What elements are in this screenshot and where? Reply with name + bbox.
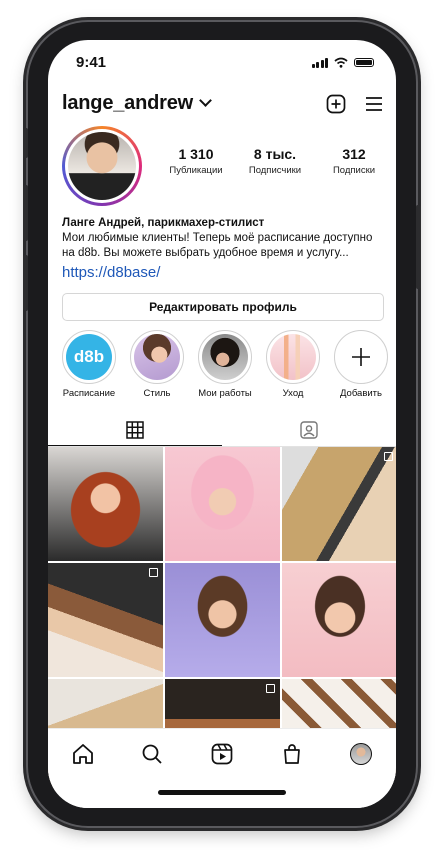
stat-posts-label: Публикации: [169, 165, 223, 176]
profile-stats: 1 310 Публикации 8 тыс. Подписчики 312 П…: [160, 146, 390, 176]
stat-followers-value: 8 тыс.: [253, 146, 297, 162]
add-post-icon[interactable]: [326, 94, 346, 114]
stat-following-label: Подписки: [332, 165, 376, 176]
highlight-schedule[interactable]: d8b Расписание: [60, 330, 118, 399]
carousel-indicator-icon: [266, 684, 275, 693]
bottom-navigation: [48, 728, 396, 808]
shop-icon[interactable]: [281, 743, 303, 765]
post-thumbnail[interactable]: [165, 447, 280, 561]
stat-following[interactable]: 312 Подписки: [318, 146, 390, 176]
mute-switch: [23, 128, 28, 158]
stat-followers[interactable]: 8 тыс. Подписчики: [239, 146, 311, 176]
carousel-indicator-icon: [149, 568, 158, 577]
profile-avatar[interactable]: [62, 126, 142, 206]
post-thumbnail[interactable]: [48, 447, 163, 561]
highlight-label: Добавить: [340, 388, 382, 399]
grid-icon: [126, 420, 144, 439]
status-bar: 9:41: [48, 40, 396, 80]
edit-profile-button[interactable]: Редактировать профиль: [62, 293, 384, 321]
status-time: 9:41: [76, 54, 107, 71]
highlight-label: Стиль: [143, 388, 171, 399]
highlight-image: [270, 334, 316, 380]
post-thumbnail[interactable]: [282, 563, 396, 677]
highlight-label: Мои работы: [198, 388, 252, 399]
profile-avatar-icon[interactable]: [350, 743, 373, 765]
tagged-icon: [300, 421, 318, 439]
reels-icon[interactable]: [211, 743, 233, 765]
post-thumbnail[interactable]: [48, 563, 163, 677]
status-icons: [311, 57, 374, 68]
profile-header: lange_andrew: [62, 92, 384, 122]
power-button: [416, 205, 421, 289]
bio-text: Мои любимые клиенты! Теперь моё расписан…: [62, 232, 373, 259]
app-screen: 9:41 lange_andrew 1 310 Публикации 8 тыс…: [48, 40, 396, 808]
wifi-icon: [334, 57, 348, 68]
highlight-add[interactable]: Добавить: [332, 330, 390, 399]
menu-icon[interactable]: [364, 94, 384, 114]
highlight-image: [202, 334, 248, 380]
battery-icon: [354, 58, 374, 67]
post-thumbnail[interactable]: [282, 447, 396, 561]
home-indicator[interactable]: [158, 790, 286, 795]
highlight-label: Уход: [282, 388, 304, 399]
profile-bio: Ланге Андрей, парикмахер-стилист Мои люб…: [62, 216, 387, 280]
stat-posts-value: 1 310: [178, 146, 214, 162]
d8b-logo: d8b: [73, 347, 105, 366]
chevron-down-icon[interactable]: [199, 94, 212, 107]
story-highlights: d8b Расписание Стиль Мои работы Уход Доб…: [60, 330, 390, 399]
highlight-image: [134, 334, 180, 380]
search-icon[interactable]: [141, 743, 163, 765]
stat-followers-label: Подписчики: [248, 165, 302, 176]
stat-following-value: 312: [342, 146, 366, 162]
highlight-label: Расписание: [62, 388, 116, 399]
profile-tabs: [48, 414, 396, 447]
signal-icon: [311, 57, 328, 68]
highlight-style[interactable]: Стиль: [128, 330, 186, 399]
avatar-photo: [68, 132, 136, 200]
volume-down-button: [23, 255, 28, 311]
highlight-my-works[interactable]: Мои работы: [196, 330, 254, 399]
post-thumbnail[interactable]: [165, 563, 280, 677]
carousel-indicator-icon: [384, 452, 393, 461]
tab-grid[interactable]: [48, 414, 222, 446]
account-switcher[interactable]: lange_andrew: [62, 92, 193, 114]
home-icon[interactable]: [72, 743, 94, 765]
highlight-care[interactable]: Уход: [264, 330, 322, 399]
bio-link[interactable]: https://d8base/: [62, 265, 387, 280]
volume-up-button: [23, 185, 28, 241]
plus-icon: [352, 348, 370, 366]
stat-posts[interactable]: 1 310 Публикации: [160, 146, 232, 176]
tab-tagged[interactable]: [222, 414, 396, 446]
bio-name: Ланге Андрей, парикмахер-стилист: [62, 217, 265, 229]
